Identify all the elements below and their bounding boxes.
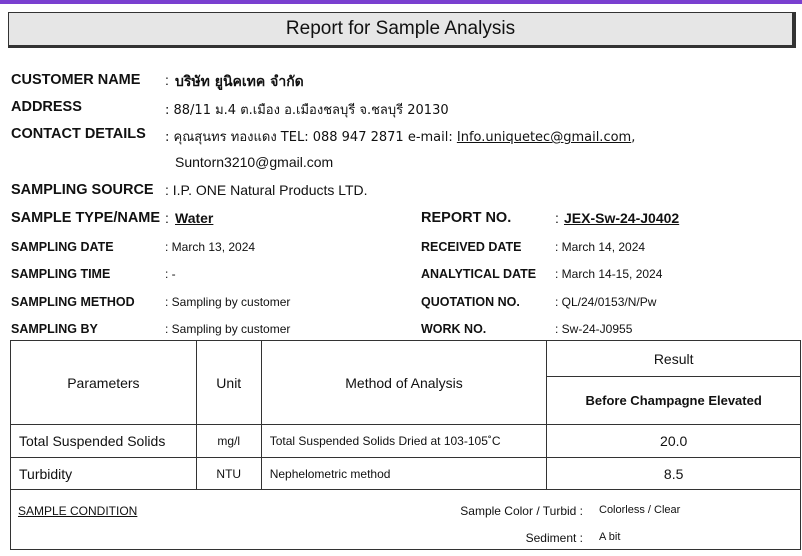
row-method: Total Suspended Solids Dried at 103-105˚… bbox=[260, 424, 548, 458]
sample-condition-row bbox=[10, 489, 801, 550]
row-unit: NTU bbox=[195, 457, 262, 490]
sample-condition-label: SAMPLE CONDITION bbox=[18, 504, 138, 518]
address-label: ADDRESS bbox=[11, 99, 82, 115]
header-parameters: Parameters bbox=[10, 340, 197, 425]
row-parameter: Total Suspended Solids bbox=[10, 424, 197, 458]
customer-name-label: CUSTOMER NAME bbox=[11, 72, 141, 88]
received-date-label: RECEIVED DATE bbox=[421, 240, 522, 254]
header-unit: Unit bbox=[195, 340, 262, 425]
report-title-box: Report for Sample Analysis bbox=[8, 12, 796, 48]
contact-text: : คุณสุนทร ทองแดง TEL: 088 947 2871 e-ma… bbox=[165, 130, 457, 145]
quotation-no-label: QUOTATION NO. bbox=[421, 295, 520, 309]
email-comma: , bbox=[631, 130, 636, 145]
sampling-time-value: : - bbox=[165, 267, 176, 281]
report-title: Report for Sample Analysis bbox=[285, 18, 516, 39]
header-method: Method of Analysis bbox=[260, 340, 548, 425]
header-result: Result bbox=[546, 340, 801, 377]
sampling-date-value: : March 13, 2024 bbox=[165, 240, 256, 254]
results-table: Parameters Unit Method of Analysis Resul… bbox=[10, 340, 801, 550]
work-no-label: WORK NO. bbox=[421, 322, 487, 336]
contact-value: : คุณสุนทร ทองแดง TEL: 088 947 2871 e-ma… bbox=[165, 126, 635, 147]
sediment-value: A bit bbox=[599, 531, 621, 543]
sampling-date-label: SAMPLING DATE bbox=[11, 240, 114, 254]
sample-type-label: SAMPLE TYPE/NAME bbox=[11, 210, 161, 226]
row-parameter: Turbidity bbox=[10, 457, 197, 490]
customer-name-sep: : bbox=[165, 72, 169, 88]
received-date-value: : March 14, 2024 bbox=[555, 240, 646, 254]
table-row: Turbidity NTU Nephelometric method 8.5 bbox=[10, 457, 801, 490]
customer-name-value: บริษัท ยูนิคเทค จำกัด bbox=[175, 74, 304, 90]
sample-color-label: Sample Color / Turbid : bbox=[460, 504, 583, 518]
sampling-method-value: : Sampling by customer bbox=[165, 295, 291, 309]
row-result: 8.5 bbox=[546, 457, 801, 490]
row-method: Nephelometric method bbox=[260, 457, 548, 490]
sample-color-value: Colorless / Clear bbox=[599, 504, 681, 516]
sampling-method-label: SAMPLING METHOD bbox=[11, 295, 135, 309]
sampling-by-label: SAMPLING BY bbox=[11, 322, 98, 336]
sediment-label: Sediment : bbox=[525, 531, 583, 545]
sampling-source-value: : I.P. ONE Natural Products LTD. bbox=[165, 182, 368, 198]
address-value: : 88/11 ม.4 ต.เมือง อ.เมืองชลบุรี จ.ชลบุ… bbox=[165, 103, 449, 118]
sampling-source-label: SAMPLING SOURCE bbox=[11, 182, 154, 198]
report-no-label: REPORT NO. bbox=[421, 210, 512, 226]
sampling-by-value: : Sampling by customer bbox=[165, 322, 291, 336]
analytical-date-label: ANALYTICAL DATE bbox=[421, 267, 537, 281]
row-unit: mg/l bbox=[195, 424, 262, 458]
email-link-info[interactable]: Info.uniquetec@gmail.com bbox=[457, 130, 631, 145]
sample-type-sep: : bbox=[165, 210, 169, 226]
work-no-value: : Sw-24-J0955 bbox=[555, 322, 633, 336]
analytical-date-value: : March 14-15, 2024 bbox=[555, 267, 663, 281]
header-sample-name: Before Champagne Elevated bbox=[546, 376, 801, 425]
quotation-no-value: : QL/24/0153/N/Pw bbox=[555, 295, 657, 309]
report-no-value: JEX-Sw-24-J0402 bbox=[564, 210, 680, 226]
email-suntorn: Suntorn3210@gmail.com bbox=[175, 154, 334, 170]
top-accent-line bbox=[0, 0, 802, 4]
row-result: 20.0 bbox=[546, 424, 801, 458]
contact-label: CONTACT DETAILS bbox=[11, 126, 146, 142]
report-no-sep: : bbox=[555, 210, 559, 226]
table-row: Total Suspended Solids mg/l Total Suspen… bbox=[10, 424, 801, 458]
sample-type-value: Water bbox=[175, 210, 214, 226]
sampling-time-label: SAMPLING TIME bbox=[11, 267, 111, 281]
